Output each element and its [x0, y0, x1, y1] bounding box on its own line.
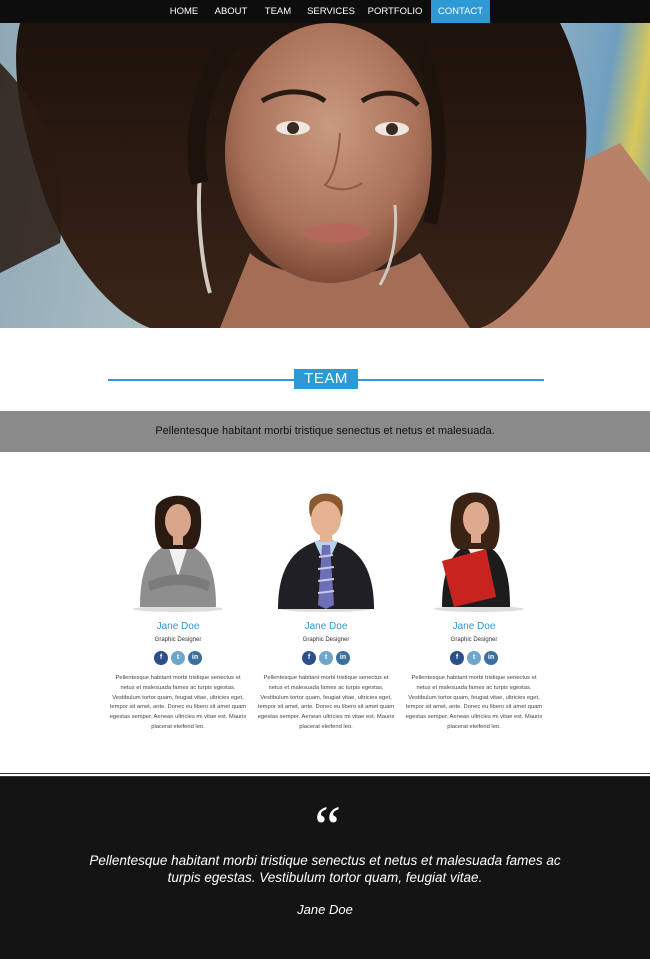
nav-services[interactable]: SERVICES	[303, 0, 359, 23]
nav-portfolio[interactable]: PORTFOLIO	[364, 0, 426, 23]
member-bio: Pellentesque habitant morbi tristique se…	[257, 675, 395, 730]
member-role: Graphic Designer	[450, 637, 498, 643]
member-role: Graphic Designer	[154, 637, 202, 643]
member-social-links: f t in	[302, 651, 352, 666]
member-bio: Pellentesque habitant morbi tristique se…	[405, 675, 543, 730]
member-photo	[434, 492, 524, 612]
member-name: Jane Doe	[452, 621, 496, 632]
linkedin-icon[interactable]: in	[484, 651, 498, 665]
nav-contact[interactable]: CONTACT	[431, 0, 490, 23]
testimonial-text: Pellentesque habitant morbi tristique se…	[89, 853, 561, 885]
member-bio: Pellentesque habitant morbi tristique se…	[109, 675, 247, 730]
facebook-icon[interactable]: f	[302, 651, 316, 665]
top-navigation: HOME ABOUT TEAM SERVICES PORTFOLIO CONTA…	[0, 0, 650, 23]
nav-home[interactable]: HOME	[163, 0, 205, 23]
twitter-icon[interactable]: t	[467, 651, 481, 665]
member-photo	[133, 495, 223, 612]
nav-team[interactable]: TEAM	[257, 0, 299, 23]
member-photo	[278, 493, 374, 612]
member-name: Jane Doe	[156, 621, 200, 632]
team-heading-line-right	[358, 379, 544, 381]
member-role: Graphic Designer	[302, 637, 350, 643]
twitter-icon[interactable]: t	[319, 651, 333, 665]
hero-banner	[0, 23, 650, 328]
facebook-icon[interactable]: f	[450, 651, 464, 665]
team-heading-line-left	[108, 379, 294, 381]
team-tagline: Pellentesque habitant morbi tristique se…	[155, 425, 495, 437]
member-social-links: f t in	[154, 651, 204, 666]
facebook-icon[interactable]: f	[154, 651, 168, 665]
footer-divider	[0, 773, 650, 774]
testimonial-author: Jane Doe	[297, 902, 353, 917]
team-tagline-band: Pellentesque habitant morbi tristique se…	[0, 411, 650, 452]
testimonial-section: “ Pellentesque habitant morbi tristique …	[0, 777, 650, 959]
twitter-icon[interactable]: t	[171, 651, 185, 665]
team-heading: TEAM	[294, 369, 358, 389]
hero-portrait-image	[0, 23, 650, 328]
nav-about[interactable]: ABOUT	[210, 0, 252, 23]
linkedin-icon[interactable]: in	[188, 651, 202, 665]
member-social-links: f t in	[450, 651, 500, 666]
member-name: Jane Doe	[304, 621, 348, 632]
quote-mark-icon: “	[308, 794, 342, 860]
linkedin-icon[interactable]: in	[336, 651, 350, 665]
